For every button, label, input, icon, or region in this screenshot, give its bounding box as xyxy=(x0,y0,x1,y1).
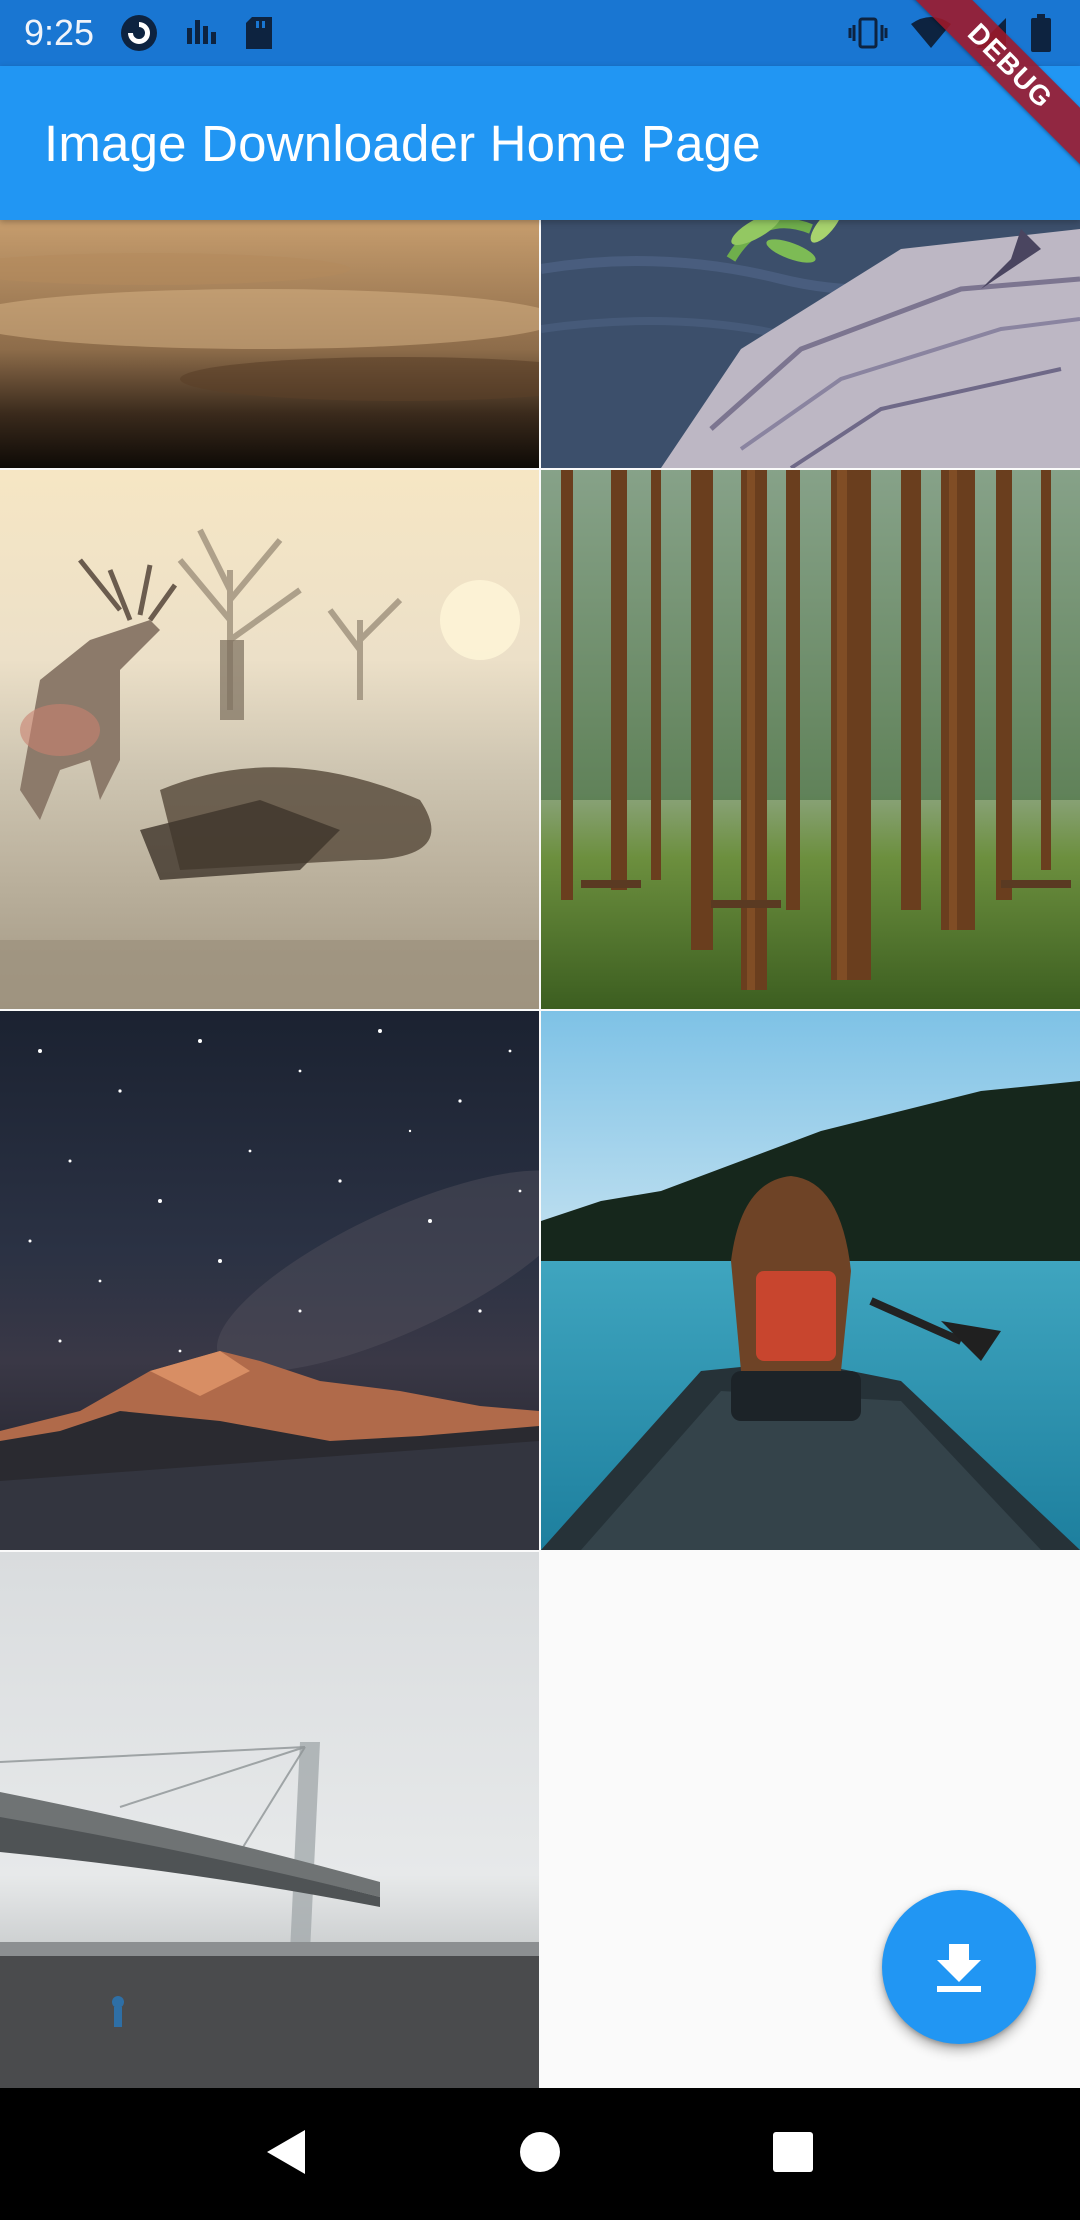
image-grid[interactable] xyxy=(0,220,1080,2088)
back-icon xyxy=(265,2128,309,2181)
grid-image-night-sky[interactable] xyxy=(0,1011,539,1550)
pocket-casts-icon xyxy=(120,14,158,52)
signal-bars-app-icon xyxy=(184,16,218,50)
grid-image-forest[interactable] xyxy=(541,470,1080,1009)
home-button[interactable] xyxy=(495,2109,585,2199)
app-bar: Image Downloader Home Page xyxy=(0,66,1080,220)
system-nav-bar xyxy=(0,2088,1080,2220)
grid-image-deer[interactable] xyxy=(0,470,539,1009)
page-title: Image Downloader Home Page xyxy=(44,114,761,172)
grid-image-log-water[interactable] xyxy=(541,220,1080,468)
grid-image-sand[interactable] xyxy=(0,220,539,468)
recents-icon xyxy=(772,2131,814,2178)
home-icon xyxy=(518,2130,562,2179)
battery-icon xyxy=(1030,14,1052,52)
status-time: 9:25 xyxy=(24,12,95,53)
back-button[interactable] xyxy=(242,2109,332,2199)
cell-signal-icon xyxy=(974,16,1008,50)
download-button[interactable] xyxy=(882,1890,1036,2044)
recents-button[interactable] xyxy=(748,2109,838,2199)
sd-card-icon xyxy=(244,15,274,51)
grid-image-bridge[interactable] xyxy=(0,1552,539,2088)
wifi-icon xyxy=(910,16,952,50)
status-bar: 9:25 xyxy=(0,0,1080,66)
download-icon xyxy=(931,1938,987,1997)
grid-image-canoe[interactable] xyxy=(541,1011,1080,1550)
vibrate-icon xyxy=(848,16,888,50)
